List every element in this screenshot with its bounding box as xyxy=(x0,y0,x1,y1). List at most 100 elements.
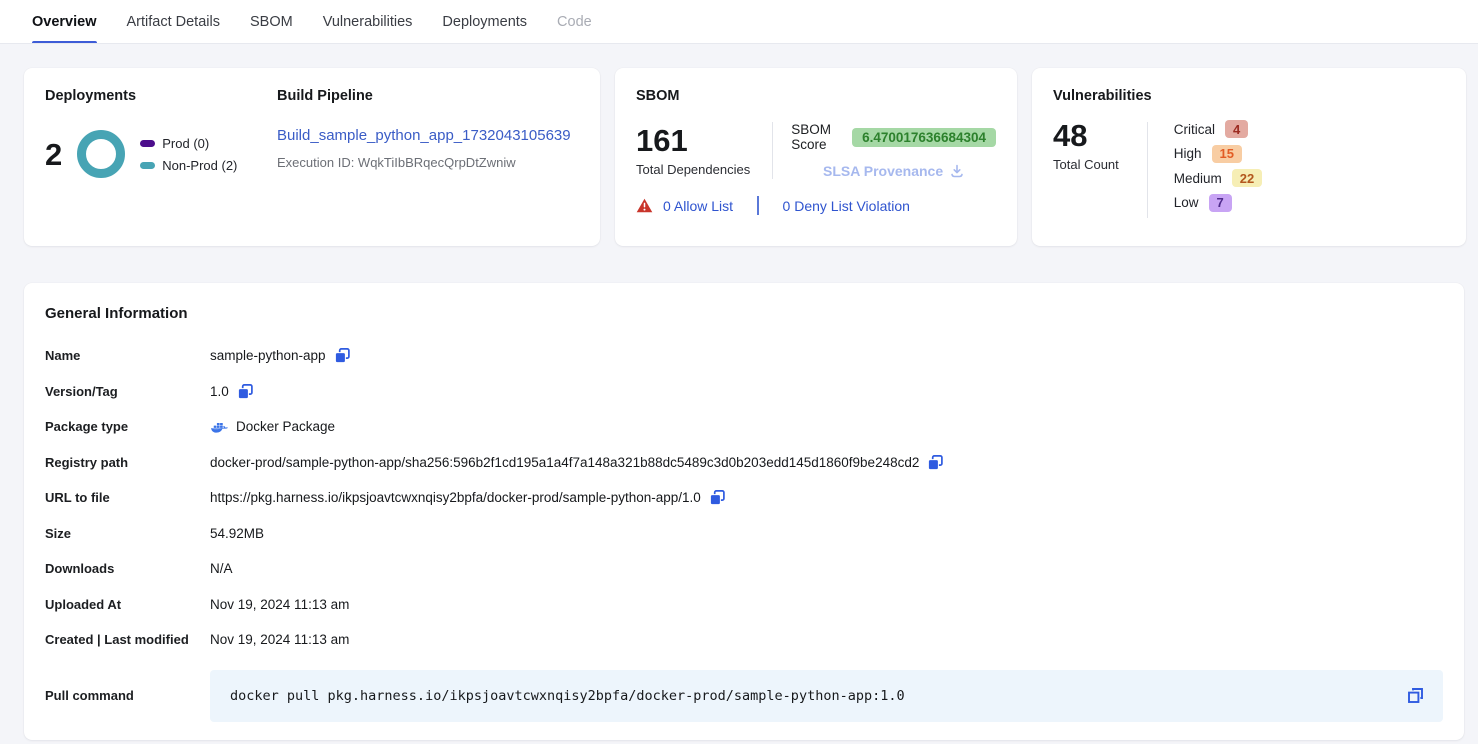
general-information-title: General Information xyxy=(45,305,1443,322)
legend-item-nonprod: Non-Prod (2) xyxy=(140,158,237,173)
info-value: 54.92MB xyxy=(210,526,264,541)
overview-content: Deployments 2 Prod (0) Non-Prod (2) xyxy=(0,44,1478,740)
sbom-title: SBOM xyxy=(636,88,996,104)
info-value: 1.0 xyxy=(210,384,229,399)
general-information-card: General Information Name sample-python-a… xyxy=(24,283,1464,740)
copy-icon[interactable] xyxy=(334,347,351,364)
deployments-total: 2 xyxy=(45,139,62,170)
vulnerabilities-title: Vulnerabilities xyxy=(1053,88,1445,104)
severity-row-low: Low 7 xyxy=(1174,194,1262,212)
severity-list: Critical 4 High 15 Medium 22 Low 7 xyxy=(1174,120,1262,218)
info-row-uploaded-at: Uploaded At Nov 19, 2024 11:13 am xyxy=(45,587,1443,623)
prod-color-dot xyxy=(140,140,155,147)
severity-row-high: High 15 xyxy=(1174,145,1262,163)
severity-count-badge: 7 xyxy=(1209,194,1232,212)
tab-deployments[interactable]: Deployments xyxy=(442,0,527,43)
deployments-title: Deployments xyxy=(45,88,277,104)
sbom-score-badge: 6.470017636684304 xyxy=(852,128,996,147)
legend-item-prod: Prod (0) xyxy=(140,136,237,151)
info-label: Package type xyxy=(45,419,210,434)
pipeline-link[interactable]: Build_sample_python_app_1732043105639 xyxy=(277,127,571,144)
severity-label: Low xyxy=(1174,195,1199,210)
copy-icon[interactable] xyxy=(1406,686,1425,705)
sbom-card: SBOM 161 Total Dependencies SBOM Score 6… xyxy=(615,68,1017,246)
deny-list-violation-link[interactable]: 0 Deny List Violation xyxy=(783,198,910,214)
info-label: Version/Tag xyxy=(45,384,210,399)
copy-icon[interactable] xyxy=(709,489,726,506)
warning-icon xyxy=(636,198,653,213)
info-label: Downloads xyxy=(45,561,210,576)
tab-label: Vulnerabilities xyxy=(323,14,413,30)
info-row-registry-path: Registry path docker-prod/sample-python-… xyxy=(45,445,1443,481)
info-row-url: URL to file https://pkg.harness.io/ikpsj… xyxy=(45,480,1443,516)
tab-label: Code xyxy=(557,14,592,30)
pull-command-text: docker pull pkg.harness.io/ikpsjoavtcwxn… xyxy=(230,688,905,704)
severity-row-critical: Critical 4 xyxy=(1174,120,1262,138)
tab-overview[interactable]: Overview xyxy=(32,0,97,43)
pull-command-row: Pull command docker pull pkg.harness.io/… xyxy=(45,670,1443,722)
info-row-version: Version/Tag 1.0 xyxy=(45,374,1443,410)
pull-command-label: Pull command xyxy=(45,688,210,703)
info-value: https://pkg.harness.io/ikpsjoavtcwxnqisy… xyxy=(210,490,701,505)
copy-icon[interactable] xyxy=(237,383,254,400)
deployments-section: Deployments 2 Prod (0) Non-Prod (2) xyxy=(45,88,277,226)
info-value: Nov 19, 2024 11:13 am xyxy=(210,597,349,612)
info-row-package-type: Package type Docker Package xyxy=(45,409,1443,445)
sbom-total-block: 161 Total Dependencies xyxy=(636,125,750,177)
info-label: Name xyxy=(45,348,210,363)
tab-label: Artifact Details xyxy=(127,14,220,30)
info-label: URL to file xyxy=(45,490,210,505)
tab-code: Code xyxy=(557,0,592,43)
severity-label: Medium xyxy=(1174,171,1222,186)
info-row-name: Name sample-python-app xyxy=(45,338,1443,374)
sbom-score-label: SBOM Score xyxy=(791,122,843,152)
divider xyxy=(772,122,773,179)
sbom-total: 161 xyxy=(636,125,750,156)
sbom-total-label: Total Dependencies xyxy=(636,162,750,177)
slsa-provenance-link[interactable]: SLSA Provenance xyxy=(823,163,964,179)
docker-icon xyxy=(210,420,228,434)
tab-label: Deployments xyxy=(442,14,527,30)
info-value: Nov 19, 2024 11:13 am xyxy=(210,632,349,647)
info-label: Registry path xyxy=(45,455,210,470)
severity-count-badge: 4 xyxy=(1225,120,1248,138)
divider xyxy=(1147,122,1148,218)
info-row-downloads: Downloads N/A xyxy=(45,551,1443,587)
info-value: docker-prod/sample-python-app/sha256:596… xyxy=(210,455,919,470)
vulnerabilities-total-label: Total Count xyxy=(1053,157,1119,172)
severity-label: High xyxy=(1174,146,1202,161)
deployments-donut-chart xyxy=(77,130,125,178)
severity-label: Critical xyxy=(1174,122,1215,137)
divider xyxy=(757,196,759,215)
severity-count-badge: 22 xyxy=(1232,169,1262,187)
vulnerabilities-total: 48 xyxy=(1053,120,1119,151)
summary-cards-row: Deployments 2 Prod (0) Non-Prod (2) xyxy=(24,68,1466,246)
severity-count-badge: 15 xyxy=(1212,145,1242,163)
nonprod-color-dot xyxy=(140,162,155,169)
severity-row-medium: Medium 22 xyxy=(1174,169,1262,187)
slsa-provenance-label: SLSA Provenance xyxy=(823,163,943,179)
info-label: Size xyxy=(45,526,210,541)
tab-bar: Overview Artifact Details SBOM Vulnerabi… xyxy=(0,0,1478,44)
info-row-created-modified: Created | Last modified Nov 19, 2024 11:… xyxy=(45,622,1443,658)
info-value: N/A xyxy=(210,561,233,576)
vulnerabilities-total-block: 48 Total Count xyxy=(1053,120,1119,218)
deployments-legend: Prod (0) Non-Prod (2) xyxy=(140,136,237,173)
info-row-size: Size 54.92MB xyxy=(45,516,1443,552)
pull-command-box: docker pull pkg.harness.io/ikpsjoavtcwxn… xyxy=(210,670,1443,722)
build-pipeline-title: Build Pipeline xyxy=(277,88,579,104)
info-label: Uploaded At xyxy=(45,597,210,612)
tab-artifact-details[interactable]: Artifact Details xyxy=(127,0,220,43)
tab-sbom[interactable]: SBOM xyxy=(250,0,293,43)
info-value: Docker Package xyxy=(236,419,335,434)
build-pipeline-section: Build Pipeline Build_sample_python_app_1… xyxy=(277,88,579,226)
tab-vulnerabilities[interactable]: Vulnerabilities xyxy=(323,0,413,43)
execution-id: Execution ID: WqkTiIbBRqecQrpDtZwniw xyxy=(277,155,579,170)
tab-label: Overview xyxy=(32,14,97,30)
allow-list-link[interactable]: 0 Allow List xyxy=(663,198,733,214)
copy-icon[interactable] xyxy=(927,454,944,471)
legend-label: Non-Prod (2) xyxy=(162,158,237,173)
tab-label: SBOM xyxy=(250,14,293,30)
legend-label: Prod (0) xyxy=(162,136,209,151)
vulnerabilities-card: Vulnerabilities 48 Total Count Critical … xyxy=(1032,68,1466,246)
